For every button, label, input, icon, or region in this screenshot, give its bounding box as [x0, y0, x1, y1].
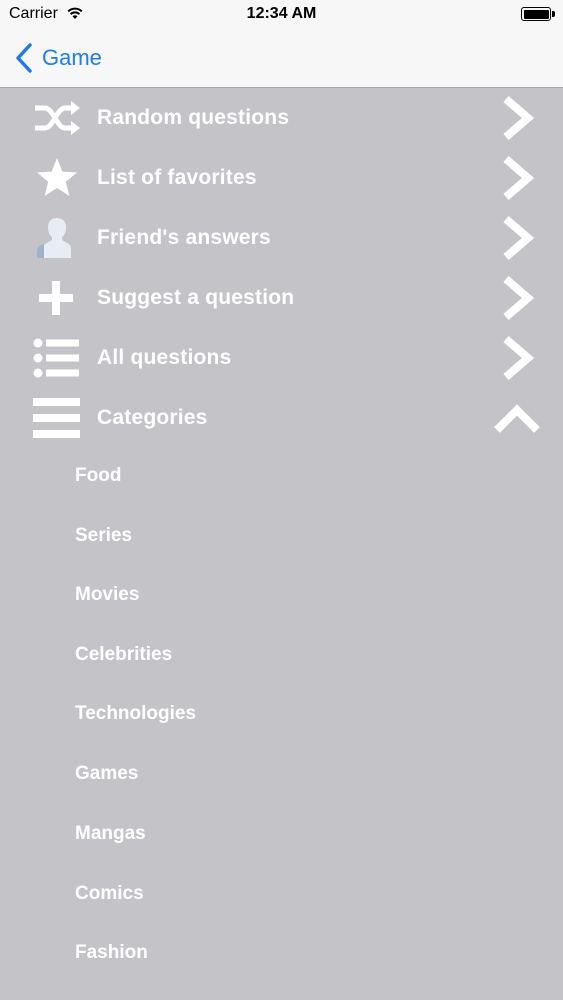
chevron-right-icon	[503, 335, 535, 381]
chevron-right-icon	[503, 275, 535, 321]
back-button[interactable]: Game	[14, 40, 102, 76]
person-icon	[35, 218, 79, 258]
category-label: Celebrities	[75, 644, 173, 665]
status-bar: Carrier 12:34 AM	[0, 0, 563, 30]
list-icon	[33, 338, 79, 378]
category-item-comics[interactable]: Comics	[0, 864, 563, 924]
clock: 12:34 AM	[246, 5, 317, 22]
category-item-games[interactable]: Games	[0, 744, 563, 804]
category-item-mangas[interactable]: Mangas	[0, 804, 563, 864]
menu-item-friends-answers[interactable]: Friend's answers	[0, 208, 563, 268]
star-icon	[37, 158, 77, 196]
menu-item-label: Categories	[97, 406, 208, 429]
category-item-movies[interactable]: Movies	[0, 565, 563, 625]
chevron-right-icon	[503, 155, 535, 201]
menu-item-all-questions[interactable]: All questions	[0, 328, 563, 388]
category-item-technologies[interactable]: Technologies	[0, 684, 563, 744]
shuffle-icon	[35, 101, 80, 135]
category-label: Games	[75, 763, 139, 784]
chevron-up-icon	[494, 404, 540, 433]
menu-icon	[33, 398, 80, 438]
category-item-fashion[interactable]: Fashion	[0, 923, 563, 983]
category-label: Mangas	[75, 823, 146, 844]
chevron-right-icon	[503, 95, 535, 141]
menu-item-label: Friend's answers	[97, 226, 271, 249]
menu-item-label: All questions	[97, 346, 232, 369]
category-label: Food	[75, 465, 122, 486]
menu-item-categories[interactable]: Categories	[0, 388, 563, 448]
menu-item-suggest-a-question[interactable]: Suggest a question	[0, 268, 563, 328]
category-label: Comics	[75, 883, 144, 904]
menu-item-label: Suggest a question	[97, 286, 295, 309]
category-item-celebrities[interactable]: Celebrities	[0, 625, 563, 685]
category-item-series[interactable]: Series	[0, 506, 563, 566]
plus-icon	[39, 281, 73, 315]
back-button-label: Game	[42, 45, 102, 70]
category-item-food[interactable]: Food	[0, 446, 563, 506]
chevron-left-icon	[16, 43, 32, 73]
navigation-bar: Carrier 12:34 AM Game	[0, 0, 563, 88]
chevron-right-icon	[503, 215, 535, 261]
category-label: Technologies	[75, 703, 197, 724]
menu-item-label: List of favorites	[97, 166, 257, 189]
battery-icon	[521, 7, 555, 21]
menu-item-label: Random questions	[97, 106, 290, 129]
menu-item-random-questions[interactable]: Random questions	[0, 88, 563, 148]
menu-item-list-of-favorites[interactable]: List of favorites	[0, 148, 563, 208]
category-label: Series	[75, 525, 133, 546]
category-label: Movies	[75, 584, 140, 605]
category-label: Fashion	[75, 942, 148, 963]
